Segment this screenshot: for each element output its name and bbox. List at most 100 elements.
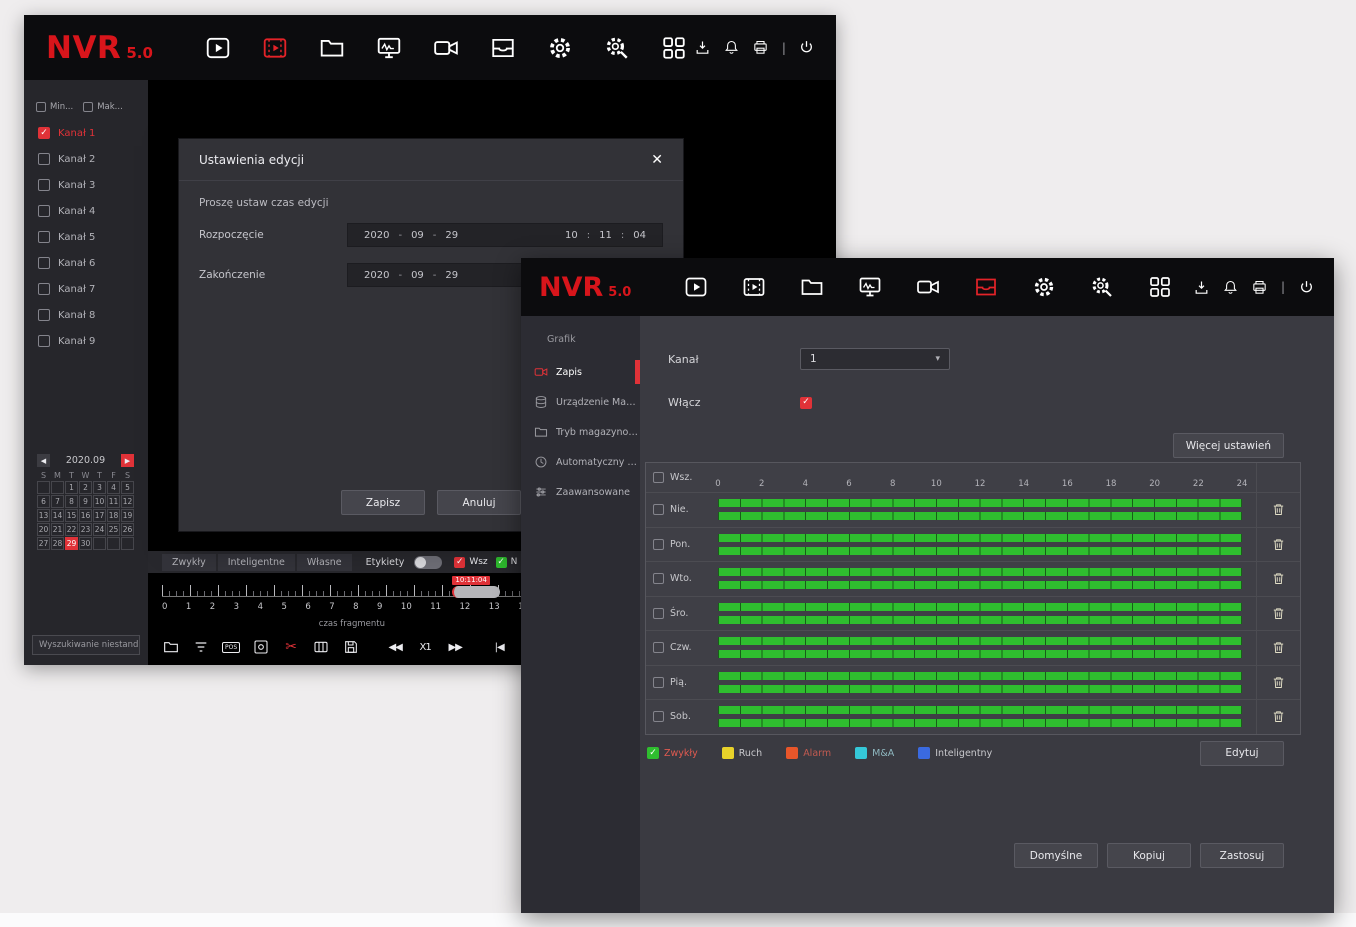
calendar-day[interactable]: 26 [121, 523, 134, 536]
scissors-icon[interactable]: ✂ [282, 638, 300, 656]
channel-checkbox[interactable] [38, 257, 50, 269]
filter-checkbox[interactable] [83, 102, 93, 112]
day-checkbox[interactable] [653, 711, 664, 722]
delete-icon[interactable] [1271, 502, 1286, 517]
enable-checkbox[interactable] [800, 397, 812, 409]
calendar-day[interactable]: 27 [37, 537, 50, 550]
download-icon[interactable] [1192, 277, 1212, 297]
calendar-day[interactable]: 24 [93, 523, 106, 536]
calendar-day[interactable]: 18 [107, 509, 120, 522]
filter-item[interactable]: Min... [36, 102, 73, 112]
playlist-icon[interactable] [192, 638, 210, 656]
alarm-icon[interactable] [722, 38, 742, 58]
calendar-day[interactable]: 1 [65, 481, 78, 494]
channel-item[interactable]: Kanał 3 [24, 172, 148, 198]
channel-checkbox[interactable] [38, 335, 50, 347]
calendar-day[interactable]: 10 [93, 495, 106, 508]
display-icon[interactable] [370, 30, 408, 66]
default-button[interactable]: Domyślne [1014, 843, 1098, 868]
legend-item[interactable]: M&A [855, 747, 894, 759]
legend-item[interactable]: Ruch [722, 747, 762, 759]
filter-checkbox[interactable] [36, 102, 46, 112]
channel-item[interactable]: Kanał 6 [24, 250, 148, 276]
playback-tab[interactable]: Własne [297, 554, 352, 571]
menu-item[interactable]: Urządzenie Magazyn... [521, 387, 640, 417]
calendar-day[interactable]: 13 [37, 509, 50, 522]
maintenance-icon[interactable] [598, 30, 636, 66]
legend-item[interactable]: Inteligentny [918, 747, 992, 759]
playback-tab[interactable]: Inteligentne [218, 554, 295, 571]
calendar-day[interactable]: 11 [107, 495, 120, 508]
custom-search-button[interactable]: Wyszukiwanie niestand... [32, 635, 140, 655]
calendar-day[interactable]: 2 [79, 481, 92, 494]
playback-tab[interactable]: Zwykły [162, 554, 216, 571]
channel-checkbox[interactable] [38, 231, 50, 243]
day-checkbox[interactable] [653, 539, 664, 550]
channel-item[interactable]: Kanał 5 [24, 224, 148, 250]
legend-item[interactable]: Zwykły [647, 747, 698, 759]
save-button[interactable]: Zapisz [341, 490, 425, 515]
legend-item[interactable]: Alarm [786, 747, 831, 759]
day-checkbox[interactable] [653, 608, 664, 619]
checkbox[interactable] [496, 557, 507, 568]
calendar-prev-icon[interactable]: ◀ [37, 454, 50, 467]
settings-icon[interactable] [541, 30, 579, 66]
maintenance-icon[interactable] [1083, 269, 1121, 305]
menu-item[interactable]: Automatyczny zapis ... [521, 447, 640, 477]
calendar-day[interactable]: 7 [51, 495, 64, 508]
select-all-checkbox[interactable] [653, 472, 664, 483]
stream-filter[interactable]: N [496, 557, 518, 568]
channel-item[interactable]: Kanał 4 [24, 198, 148, 224]
start-datetime-field[interactable]: 2020-09-2910:11:04 [347, 223, 663, 247]
day-track[interactable] [714, 666, 1256, 700]
calendar-day[interactable]: 5 [121, 481, 134, 494]
channel-checkbox[interactable] [38, 283, 50, 295]
calendar-day[interactable]: 23 [79, 523, 92, 536]
delete-icon[interactable] [1271, 709, 1286, 724]
channel-item[interactable]: Kanał 8 [24, 302, 148, 328]
backup-icon[interactable] [967, 269, 1005, 305]
alarm-icon[interactable] [1221, 277, 1241, 297]
calendar-day[interactable]: 19 [121, 509, 134, 522]
pos-icon[interactable]: POS [222, 638, 240, 656]
copy-button[interactable]: Kopiuj [1107, 843, 1191, 868]
day-track[interactable] [714, 700, 1256, 734]
channel-checkbox[interactable] [38, 153, 50, 165]
calendar-day[interactable]: 15 [65, 509, 78, 522]
calendar-day[interactable]: 25 [107, 523, 120, 536]
save-icon[interactable] [342, 638, 360, 656]
menu-item[interactable]: Zaawansowane [521, 477, 640, 507]
file-manager-icon[interactable] [793, 269, 831, 305]
day-checkbox[interactable] [653, 573, 664, 584]
day-track[interactable] [714, 631, 1256, 665]
calendar-day[interactable]: 20 [37, 523, 50, 536]
calendar-day[interactable]: 14 [51, 509, 64, 522]
calendar-day[interactable]: 8 [65, 495, 78, 508]
calendar-day[interactable]: 16 [79, 509, 92, 522]
calendar-day[interactable]: 17 [93, 509, 106, 522]
camera-icon[interactable] [909, 269, 947, 305]
power-icon[interactable] [797, 38, 817, 58]
file-manager-icon[interactable] [313, 30, 351, 66]
settings-icon[interactable] [1025, 269, 1063, 305]
delete-icon[interactable] [1271, 675, 1286, 690]
delete-icon[interactable] [1271, 640, 1286, 655]
playback-icon[interactable] [677, 269, 715, 305]
labels-toggle[interactable] [414, 556, 442, 569]
prev-frame-icon[interactable]: |◀ [490, 638, 508, 656]
day-track[interactable] [714, 562, 1256, 596]
apply-button[interactable]: Zastosuj [1200, 843, 1284, 868]
speed-button[interactable]: X1 [416, 638, 434, 656]
legend-swatch[interactable] [647, 747, 659, 759]
channel-item[interactable]: Kanał 7 [24, 276, 148, 302]
calendar-day[interactable]: 6 [37, 495, 50, 508]
calendar-day[interactable]: 21 [51, 523, 64, 536]
calendar-day[interactable]: 22 [65, 523, 78, 536]
channel-checkbox[interactable] [38, 179, 50, 191]
cancel-button[interactable]: Anuluj [437, 490, 521, 515]
day-checkbox[interactable] [653, 677, 664, 688]
day-track[interactable] [714, 493, 1256, 527]
checkbox[interactable] [454, 557, 465, 568]
record-icon[interactable] [256, 30, 294, 66]
calendar-day[interactable]: 30 [79, 537, 92, 550]
